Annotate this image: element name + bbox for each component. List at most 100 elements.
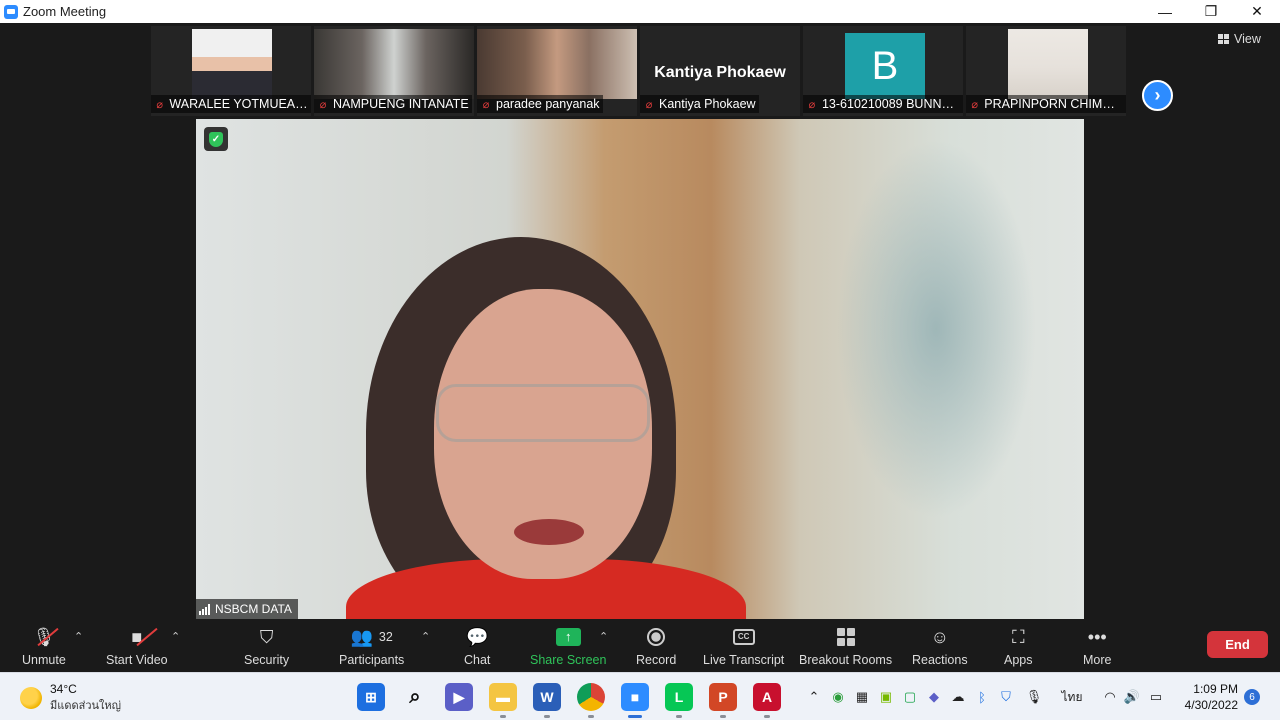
acrobat-reader-icon[interactable]: A [753,683,781,711]
minimize-button[interactable]: — [1142,0,1188,23]
file-explorer-icon[interactable]: ▬ [489,683,517,711]
participants-count: 32 [378,630,393,644]
share-options-caret-icon[interactable]: ⌃ [599,630,608,643]
participant-tile[interactable]: ⌀ WARALEE YOTMUEANG [151,26,311,116]
onedrive-cloud-icon[interactable]: ☁ [948,687,968,707]
word-icon[interactable]: W [533,683,561,711]
participant-name: NAMPUENG INTANATE [333,97,469,111]
breakout-rooms-icon [836,624,855,650]
participant-name: Kantiya Phokaew [659,97,756,111]
chrome-icon[interactable] [577,683,605,711]
video-options-caret-icon[interactable]: ⌃ [171,630,180,643]
speaker-glasses [436,384,650,442]
participant-tile[interactable]: Kantiya Phokaew ⌀ Kantiya Phokaew [640,26,800,116]
participant-video [477,29,637,99]
search-icon[interactable]: ⌕ [401,683,429,711]
record-button[interactable]: Record [636,624,676,667]
participant-namebar: ⌀ NAMPUENG INTANATE [314,95,472,113]
mic-muted-icon: ⌀ [808,98,816,111]
end-meeting-button[interactable]: End [1207,631,1268,658]
speaker-name: NSBCM DATA [215,602,292,616]
bluetooth-icon[interactable]: ᛒ [972,687,992,707]
tray-app-icon[interactable]: ▢ [900,687,920,707]
nvidia-icon[interactable]: ▣ [876,687,896,707]
running-indicator [720,715,726,718]
running-indicator [676,715,682,718]
notification-badge[interactable]: 6 [1244,689,1260,705]
close-button[interactable]: ✕ [1234,0,1280,23]
active-indicator [628,715,642,718]
participant-tile[interactable]: B ⌀ 13-610210089 BUNNA... [803,26,963,116]
smiley-plus-icon: ☺ [930,626,949,647]
tray-app-icon[interactable]: ▦ [852,687,872,707]
title-bar: Zoom Meeting — ❐ ✕ [0,0,1280,23]
security-button[interactable]: ⛉ Security [244,624,289,668]
restore-button[interactable]: ❐ [1188,0,1234,23]
live-transcript-button[interactable]: CC Live Transcript [703,624,784,667]
mic-muted-icon: ⌀ [319,98,327,111]
participant-namebar: ⌀ WARALEE YOTMUEANG [151,95,311,113]
share-screen-button[interactable]: ↑ Share Screen [530,624,606,667]
zoom-taskbar-icon[interactable]: ■ [621,683,649,711]
clock-date: 4/30/2022 [1184,698,1238,712]
wifi-icon[interactable]: ◠ [1100,687,1120,707]
chat-button[interactable]: 💬 Chat [464,624,490,668]
view-button[interactable]: View [1218,32,1261,46]
chat-bubble-icon: 💬 [465,626,489,647]
participant-name: 13-610210089 BUNNA... [821,97,960,111]
mic-muted-icon: ⌀ [156,98,164,111]
input-language[interactable]: ไทย [1058,687,1086,707]
encryption-shield-icon[interactable]: ✓ [204,127,228,151]
next-page-arrow-icon[interactable]: › [1142,80,1173,111]
window-title: Zoom Meeting [23,4,107,19]
teams-chat-icon[interactable]: ▶ [445,683,473,711]
speaker-mouth [514,519,584,545]
show-hidden-icons-chevron-icon[interactable]: ⌃ [804,687,824,707]
teams-tray-icon[interactable]: ◆ [924,687,944,707]
unmute-button[interactable]: 🎙 Unmute [22,624,66,668]
breakout-rooms-button[interactable]: Breakout Rooms [799,624,892,667]
more-dots-icon: ••• [1087,626,1107,647]
participant-video [1008,29,1088,99]
line-app-icon[interactable]: L [665,683,693,711]
mic-muted-icon: ⌀ [482,98,490,111]
running-indicator [544,715,550,718]
participant-tile[interactable]: ⌀ NAMPUENG INTANATE [314,26,474,116]
participant-name: PRAPINPORN CHIMRU... [984,97,1123,111]
tray-app-icon[interactable]: ◉ [828,687,848,707]
apps-icon: ⛶ [1011,626,1025,647]
weather-widget[interactable]: 34°C มีแดดส่วนใหญ่ [20,682,121,714]
zoom-window: Zoom Meeting — ❐ ✕ ⌀ WARALEE YOTMUEANG ⌀… [0,0,1280,720]
meeting-toolbar: 🎙 Unmute ⌃ ■ Start Video ⌃ ⛉ Security 👥 3… [0,619,1280,672]
audio-options-caret-icon[interactable]: ⌃ [74,630,83,643]
security-tray-icon[interactable]: ⛉ [996,687,1016,707]
start-video-button[interactable]: ■ Start Video [106,624,168,668]
closed-captions-icon: CC [732,624,755,650]
participant-video [192,29,272,99]
participants-options-caret-icon[interactable]: ⌃ [421,630,430,643]
more-button[interactable]: ••• More [1083,624,1111,668]
battery-icon[interactable]: ▭ [1146,687,1166,707]
participants-button[interactable]: 👥 32 Participants [339,624,404,668]
window-controls: — ❐ ✕ [1142,0,1280,23]
participant-namebar: ⌀ 13-610210089 BUNNA... [803,95,963,113]
participant-namebar: ⌀ Kantiya Phokaew [640,95,759,113]
active-speaker-video [196,119,1084,619]
volume-icon[interactable]: 🔊 [1122,687,1142,707]
participant-name: paradee panyanak [496,97,600,111]
speaker-name-label: NSBCM DATA [196,599,298,619]
microphone-muted-icon: 🎙 [32,624,60,650]
powerpoint-icon[interactable]: P [709,683,737,711]
participant-tile[interactable]: ⌀ PRAPINPORN CHIMRU... [966,26,1126,116]
participant-tile[interactable]: ⌀ paradee panyanak [477,26,637,116]
windows-taskbar: 34°C มีแดดส่วนใหญ่ ⊞ ⌕ ▶ ▬ W ■ L P A ⌃ ◉… [0,672,1280,720]
windows-start-icon[interactable]: ⊞ [357,683,385,711]
grid-view-icon [1218,34,1229,44]
record-icon [647,624,666,650]
running-indicator [764,715,770,718]
microphone-tray-icon[interactable]: 🎙 [1024,687,1044,707]
background-blur [836,139,1036,519]
system-clock[interactable]: 1:09 PM 4/30/2022 [1178,681,1238,713]
reactions-button[interactable]: ☺ Reactions [912,624,968,668]
apps-button[interactable]: ⛶ Apps [1004,624,1033,668]
